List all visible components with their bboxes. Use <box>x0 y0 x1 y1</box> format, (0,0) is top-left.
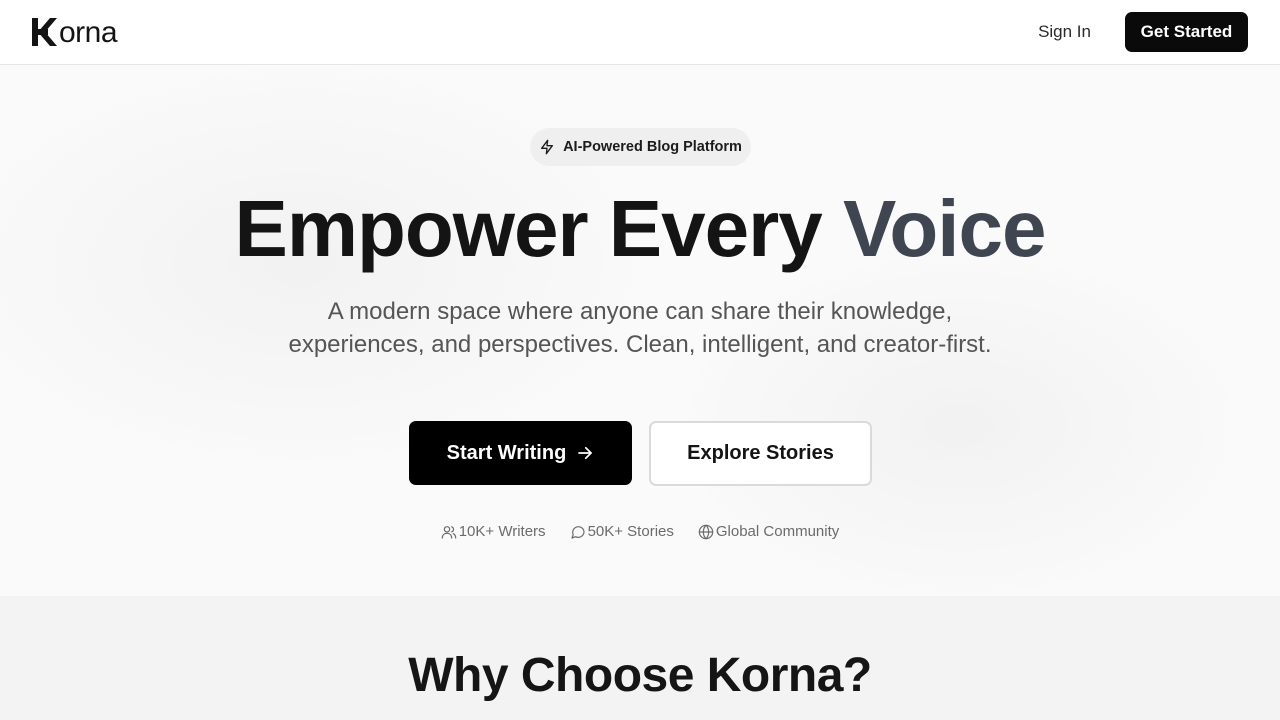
logo-text: orna <box>59 16 118 49</box>
hero-subtitle: A modern space where anyone can share th… <box>288 298 992 358</box>
hero-headline: Empower Every Voice <box>0 189 1280 269</box>
stat-writers: 10K+ Writers <box>441 523 546 540</box>
lightning-icon <box>541 139 554 155</box>
badge-label: AI-Powered Blog Platform <box>563 139 742 155</box>
explore-stories-button[interactable]: Explore Stories <box>649 421 872 486</box>
get-started-button[interactable]: Get Started <box>1125 12 1248 52</box>
headline-accent: Voice <box>843 184 1046 273</box>
stat-community: Global Community <box>698 523 839 540</box>
arrow-right-icon <box>578 446 593 460</box>
start-writing-label: Start Writing <box>446 441 567 464</box>
site-header: orna Sign In Get Started <box>0 0 1280 65</box>
stat-writers-label: 10K+ Writers <box>458 523 546 540</box>
ai-badge: AI-Powered Blog Platform <box>530 128 751 166</box>
start-writing-button[interactable]: Start Writing <box>409 421 632 485</box>
korna-logo[interactable]: orna <box>32 16 118 49</box>
stat-stories-label: 50K+ Stories <box>587 523 674 540</box>
features-title: Why Choose Korna? <box>408 649 872 702</box>
globe-icon <box>698 524 714 539</box>
header-actions: Sign In Get Started <box>1038 12 1248 52</box>
stat-community-label: Global Community <box>715 523 840 540</box>
stat-stories: 50K+ Stories <box>570 523 674 540</box>
stats-row: 10K+ Writers 50K+ Stories Global Communi… <box>0 523 1280 540</box>
cta-row: Start Writing Explore Stories <box>409 421 872 486</box>
korna-logo-mark-icon <box>32 18 57 46</box>
message-circle-icon <box>570 525 585 539</box>
headline-main: Empower Every <box>234 184 843 273</box>
hero-section: AI-Powered Blog Platform Empower Every V… <box>0 65 1280 596</box>
features-section: Why Choose Korna? <box>0 596 1280 720</box>
users-icon <box>441 525 456 539</box>
sign-in-link[interactable]: Sign In <box>1038 22 1091 42</box>
